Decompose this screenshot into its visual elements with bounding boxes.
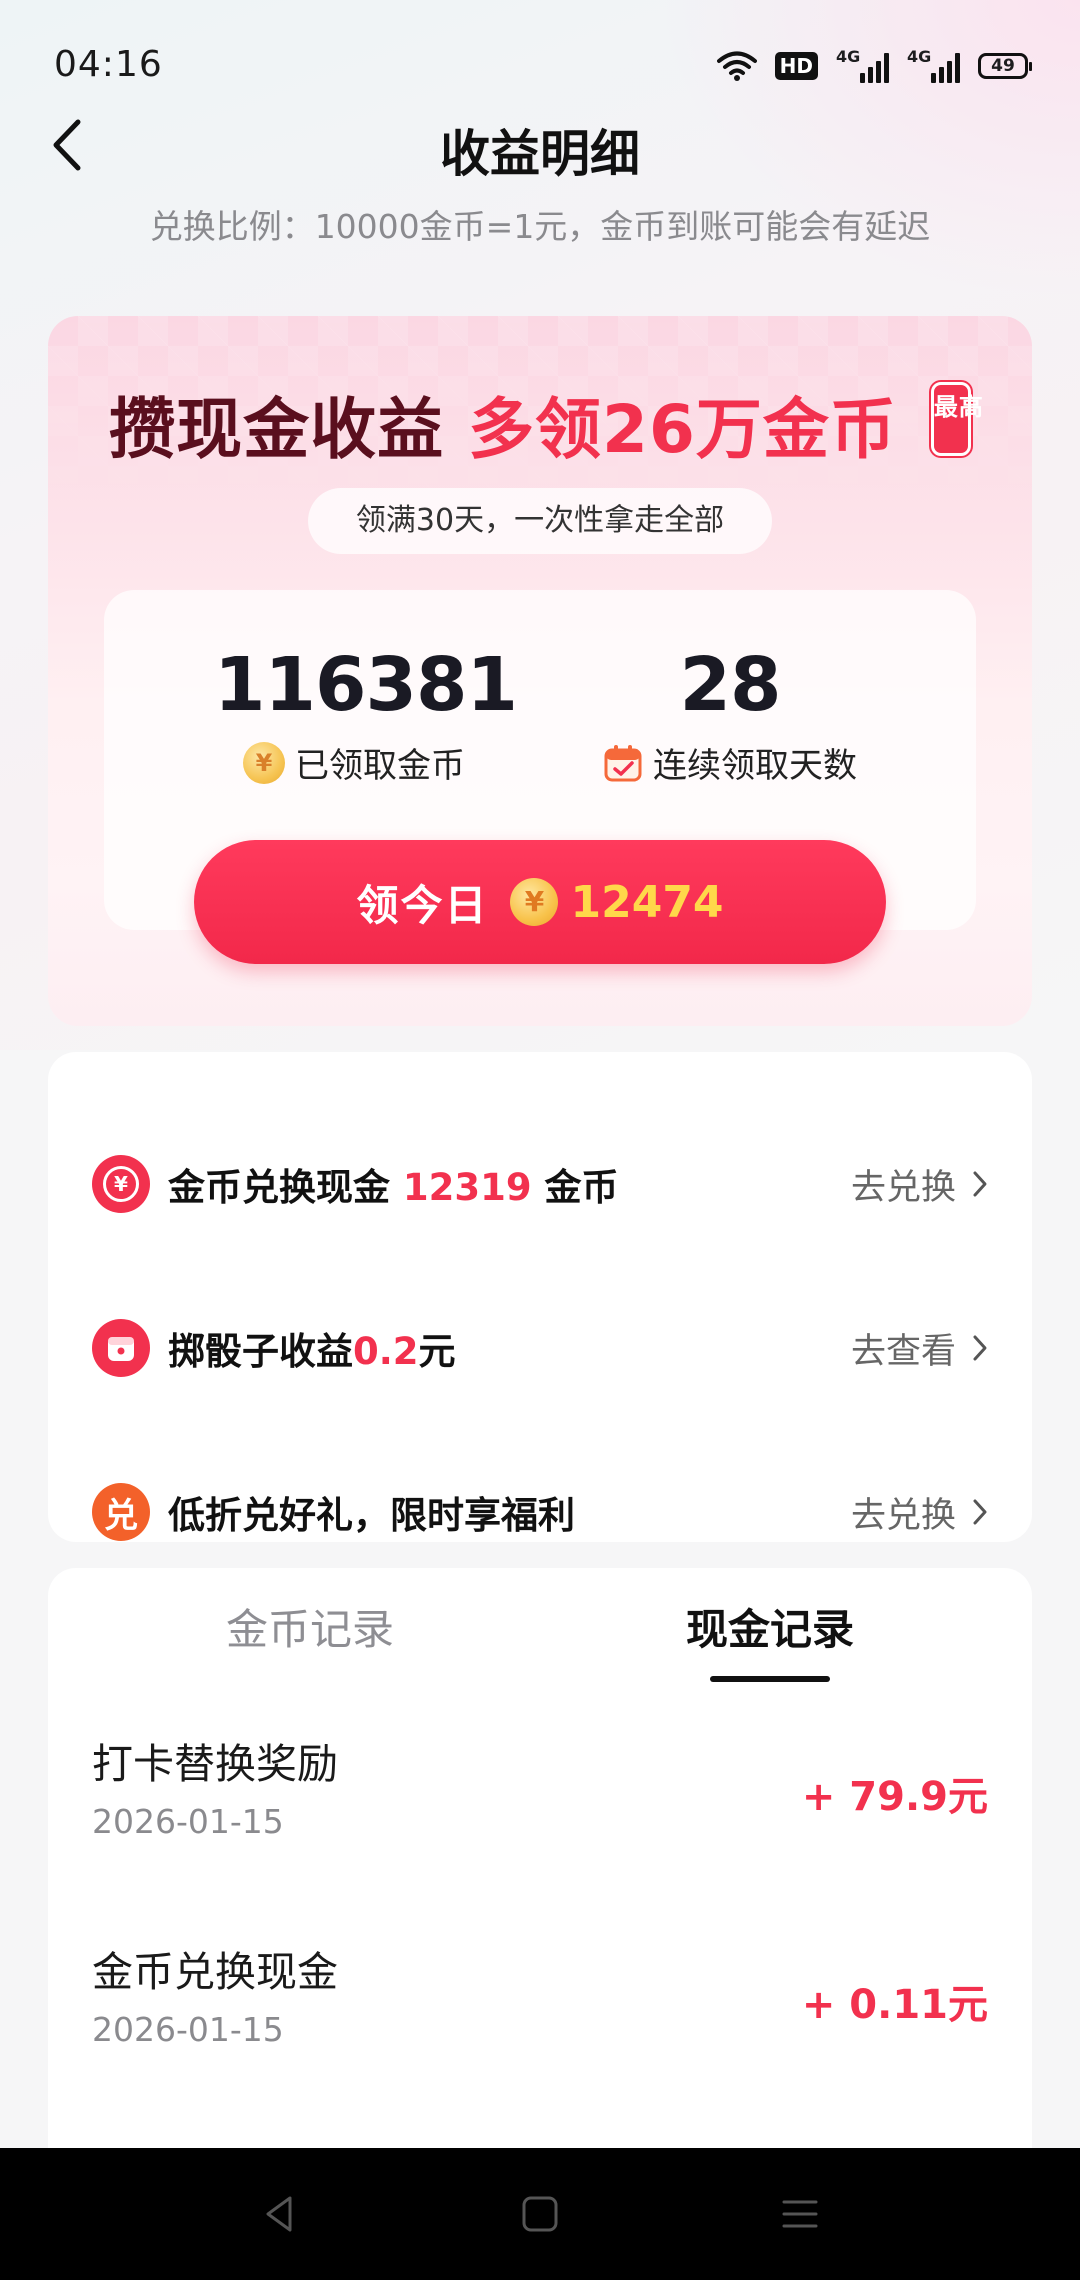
hd-voice-icon: HD [774, 52, 818, 80]
network-type-label: 4G [836, 47, 861, 66]
banner-pill: 领满30天，一次性拿走全部 [308, 488, 772, 554]
signal-icon: 4G [836, 49, 889, 83]
list-item-label: 低折兑好礼，限时享福利 [168, 1494, 575, 1537]
system-nav-bar [0, 2148, 1080, 2280]
max-badge: 最高 [930, 382, 983, 456]
list-item-dice[interactable]: 掷骰子收益0.2元 去查看 [48, 1298, 1032, 1398]
claim-today-label: 领今日 [356, 880, 489, 930]
banner-headline: 攒现金收益 多领26万金币 最高 [48, 376, 1032, 472]
list-item-unit: 金币 [531, 1166, 619, 1209]
exchange-rate-note: 兑换比例：10000金币=1元，金币到账可能会有延迟 [149, 207, 931, 246]
menu-icon [782, 2200, 818, 2228]
active-tab-indicator [710, 1676, 830, 1682]
table-row[interactable]: 打卡替换奖励 2026-01-15 + 79.9元 [92, 1730, 988, 1870]
promo-banner: 攒现金收益 多领26万金币 最高 领满30天，一次性拿走全部 116381 ¥ … [48, 316, 1032, 1026]
status-bar: 04:16 HD 4G 4G 49 [0, 0, 1080, 130]
claim-today-amount: 12474 [570, 876, 724, 928]
coin-icon: ¥ [510, 878, 559, 926]
chevron-right-icon [973, 1171, 987, 1197]
signal-icon: 4G [907, 49, 960, 83]
claim-today-button[interactable]: 领今日 ¥ 12474 [194, 840, 886, 964]
record-title: 打卡替换奖励 [92, 1740, 338, 1788]
coin-balance: 12319 [402, 1166, 532, 1209]
headline-part2: 多领26万金币 [468, 391, 897, 468]
streak-days-value: 28 [679, 642, 782, 728]
chevron-right-icon [973, 1335, 987, 1361]
streak-days-label: 连续领取天数 [653, 746, 857, 786]
tab-coin-records[interactable]: 金币记录 [160, 1596, 460, 1657]
record-date: 2026-01-15 [92, 1802, 284, 1841]
list-item-gifts[interactable]: 兑 低折兑好礼，限时享福利 去兑换 [48, 1462, 1032, 1562]
streak-days-stat: 28 连续领取天数 [580, 642, 880, 787]
list-item-unit: 元 [418, 1330, 456, 1373]
table-row[interactable]: 金币兑换现金 2026-01-15 + 0.11元 [92, 1938, 988, 2078]
list-item-label: 掷骰子收益 [168, 1330, 353, 1373]
list-item-label: 金币兑换现金 [168, 1166, 403, 1209]
square-home-icon [522, 2196, 558, 2232]
record-title: 金币兑换现金 [92, 1948, 338, 1996]
record-amount: + 79.9元 [801, 1774, 988, 1820]
battery-icon: 49 [978, 53, 1032, 79]
tab-cash-records[interactable]: 现金记录 [620, 1596, 920, 1657]
nav-back-button[interactable] [256, 2190, 304, 2238]
collected-coins-value: 116381 [214, 642, 518, 728]
record-amount: + 0.11元 [801, 1982, 988, 2028]
triangle-back-icon [266, 2196, 292, 2232]
network-type-label: 4G [907, 47, 932, 66]
yen-coin-icon: ¥ [92, 1155, 150, 1213]
record-date: 2026-01-15 [92, 2010, 284, 2049]
dice-earnings: 0.2 [353, 1330, 419, 1373]
status-time: 04:16 [54, 44, 163, 85]
earnings-actions-list: ¥ 金币兑换现金 12319 金币 去兑换 掷骰子收益0.2元 去查看 兑 低折… [48, 1052, 1032, 1542]
page-title: 收益明细 [440, 125, 640, 183]
exchange-link[interactable]: 去兑换 [851, 1159, 988, 1210]
nav-menu-button[interactable] [776, 2190, 824, 2238]
collected-coins-label: 已领取金币 [295, 746, 465, 786]
list-item-coin-exchange[interactable]: ¥ 金币兑换现金 12319 金币 去兑换 [48, 1134, 1032, 1234]
calendar-icon [603, 743, 643, 783]
chevron-right-icon [973, 1499, 987, 1525]
nav-home-button[interactable] [516, 2190, 564, 2238]
wifi-icon [716, 50, 757, 82]
dice-icon [92, 1319, 150, 1377]
headline-part1: 攒现金收益 [109, 391, 445, 468]
view-link[interactable]: 去查看 [851, 1323, 988, 1374]
status-icons: HD 4G 4G 49 [716, 46, 1032, 86]
coin-icon: ¥ [243, 741, 285, 784]
collected-coins-stat: 116381 ¥ 已领取金币 [214, 642, 518, 787]
exchange-link[interactable]: 去兑换 [851, 1487, 988, 1538]
exchange-icon: 兑 [92, 1483, 150, 1541]
